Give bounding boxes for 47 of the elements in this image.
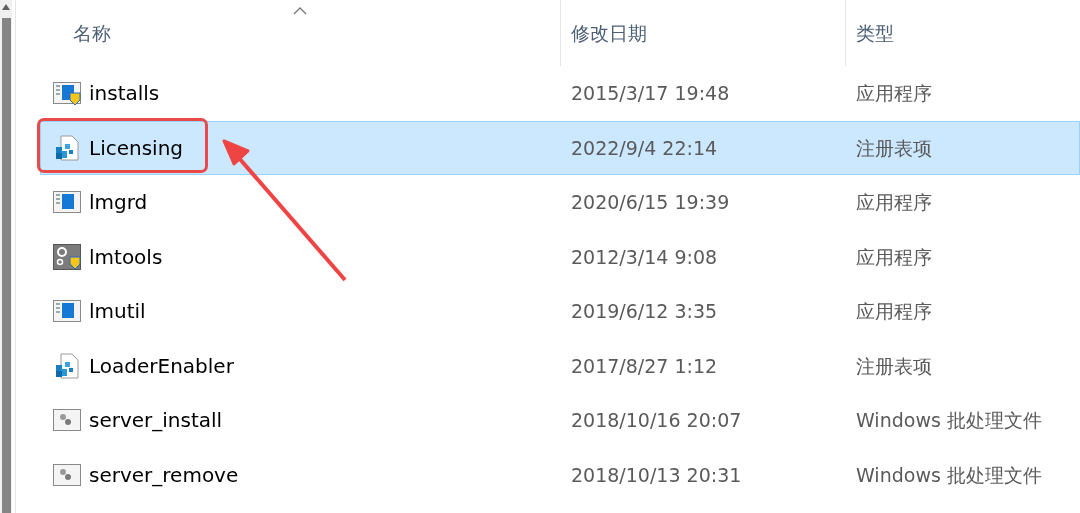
scrollbar[interactable] <box>0 0 12 513</box>
type-cell-text: 应用程序 <box>855 81 933 106</box>
file-name: lmgrd <box>89 189 148 217</box>
file-name: lmutil <box>89 298 146 326</box>
date-cell-text: 2018/10/13 20:31 <box>570 462 743 488</box>
tools-icon <box>52 243 81 270</box>
type-cell-text: Windows 批处理文件 <box>855 462 1043 488</box>
column-header[interactable]: 类型 <box>845 0 1080 66</box>
type-cell-text: 应用程序 <box>855 190 933 215</box>
date-cell-text: 2012/3/14 9:08 <box>570 244 719 270</box>
scrollbar-thumb[interactable] <box>1 18 11 513</box>
date-cell-text: 2015/3/17 19:48 <box>570 81 731 106</box>
file-row[interactable]: lmutil 2019/6/12 3:35 应用程序 <box>40 284 1080 339</box>
file-row[interactable]: server_install 2018/10/16 20:07 Windows 批处理文件 <box>40 393 1080 448</box>
type-cell-text: Windows 批处理文件 <box>855 408 1043 433</box>
file-name: server_install <box>89 407 223 435</box>
application-icon <box>52 190 81 215</box>
registry-file-icon <box>54 134 79 161</box>
file-row[interactable]: lmgrd 2020/6/15 19:39 应用程序 <box>40 175 1080 230</box>
scroll-up-icon[interactable] <box>2 4 10 10</box>
file-name: lmtools <box>89 243 163 271</box>
date-cell-text: 2019/6/12 3:35 <box>570 299 719 324</box>
file-name: server_remove <box>89 461 239 489</box>
file-row[interactable]: lmtools 2012/3/14 9:08 应用程序 <box>40 229 1080 284</box>
column-header[interactable]: 修改日期 <box>560 0 845 66</box>
application-icon <box>52 81 81 106</box>
date-cell-text: 2017/8/27 1:12 <box>570 353 719 379</box>
file-row[interactable]: server_remove 2018/10/13 20:31 Windows 批处理文件 <box>40 447 1080 502</box>
file-row[interactable]: installs 2015/3/17 19:48 应用程序 <box>40 66 1080 121</box>
registry-file-icon <box>54 352 79 379</box>
file-row[interactable]: Licensing 2022/9/4 22:14 注册表项 <box>40 120 1080 175</box>
sort-up-icon <box>293 7 307 15</box>
file-row[interactable]: LoaderEnabler 2017/8/27 1:12 注册表项 <box>40 338 1080 393</box>
type-cell-text: 应用程序 <box>855 299 933 324</box>
batch-file-icon <box>52 463 81 486</box>
file-name: Licensing <box>89 134 184 162</box>
date-cell-text: 2018/10/16 20:07 <box>570 408 743 433</box>
date-cell-text: 2020/6/15 19:39 <box>570 190 731 215</box>
type-cell-text: 注册表项 <box>855 135 933 161</box>
file-name: installs <box>89 80 160 108</box>
application-icon <box>52 299 81 324</box>
column-header[interactable]: 名称 <box>40 0 560 66</box>
date-cell-text: 2022/9/4 22:14 <box>570 135 719 161</box>
batch-file-icon <box>52 409 81 432</box>
file-name: LoaderEnabler <box>89 352 234 380</box>
type-cell-text: 应用程序 <box>855 244 933 270</box>
type-cell-text: 注册表项 <box>855 353 933 379</box>
